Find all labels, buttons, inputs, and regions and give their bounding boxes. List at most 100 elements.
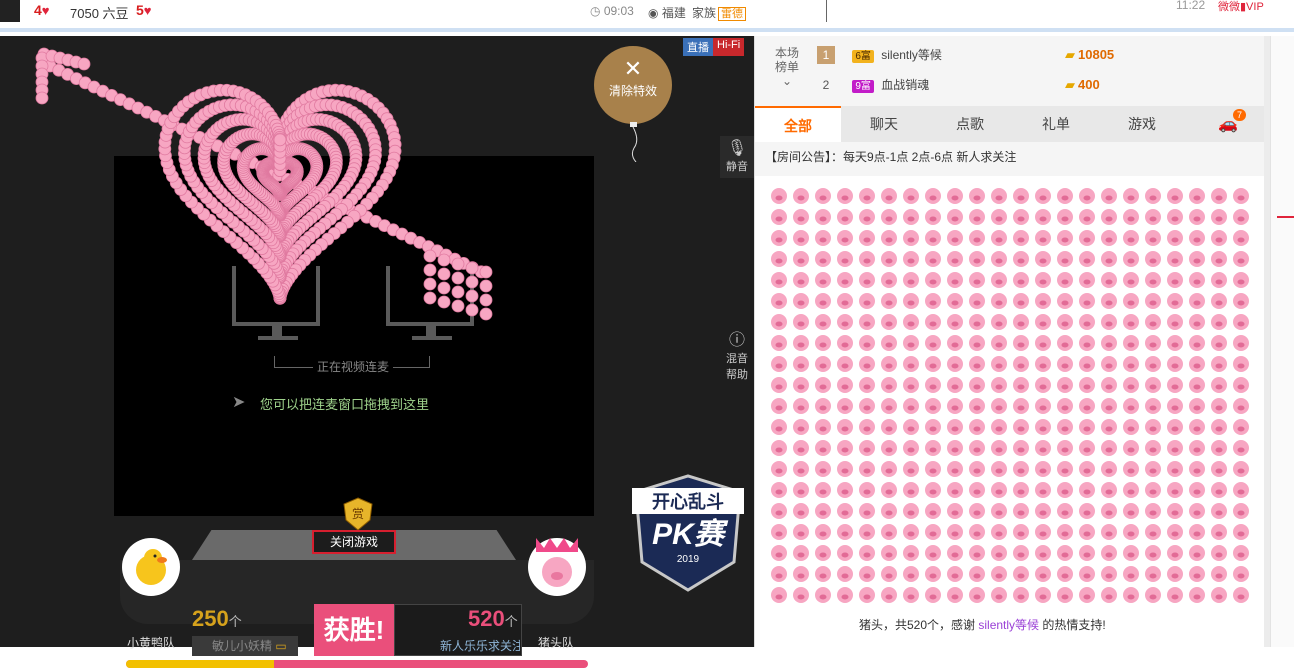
pig-gift-icon xyxy=(1035,188,1051,204)
team-pig-avatar[interactable] xyxy=(528,538,586,596)
pig-gift-icon xyxy=(1167,251,1183,267)
pig-gift-icon xyxy=(837,377,853,393)
pig-gift-icon xyxy=(1013,440,1029,456)
pig-gift-icon xyxy=(1123,461,1139,477)
pig-gift-icon xyxy=(969,314,985,330)
pig-gift-icon xyxy=(837,251,853,267)
pig-gift-icon xyxy=(1233,440,1249,456)
pig-gift-icon xyxy=(925,524,941,540)
pig-gift-icon xyxy=(947,377,963,393)
pig-gift-icon xyxy=(859,461,875,477)
pig-gift-icon xyxy=(859,419,875,435)
pig-icon xyxy=(451,257,465,271)
pig-gift-icon xyxy=(903,272,919,288)
ranking-row[interactable]: 1 6富 silently等候 ▰ 10805 xyxy=(817,42,1114,68)
pig-gift-icon xyxy=(903,293,919,309)
pig-gift-icon xyxy=(903,335,919,351)
pig-gift-icon xyxy=(1189,398,1205,414)
pig-gift-icon xyxy=(903,230,919,246)
pig-gift-icon xyxy=(925,377,941,393)
pig-gift-icon xyxy=(969,461,985,477)
reward-shield-icon: 赏 xyxy=(343,497,373,531)
pig-gift-icon xyxy=(1013,377,1029,393)
pig-gift-icon xyxy=(771,251,787,267)
pig-icon xyxy=(479,279,493,293)
pig-gift-icon xyxy=(947,209,963,225)
mix-help-button[interactable]: ⓘ 混音 帮助 xyxy=(720,328,754,386)
user-avatar[interactable] xyxy=(0,0,20,22)
pig-gift-icon xyxy=(1057,188,1073,204)
current-time: 11:22 xyxy=(1176,0,1206,12)
pig-gift-icon xyxy=(947,482,963,498)
pig-gift-icon xyxy=(1233,314,1249,330)
pig-gift-icon xyxy=(903,587,919,603)
ranking-toggle[interactable]: 本场 榜单 ⌄ xyxy=(767,46,807,88)
pig-gift-icon xyxy=(1211,230,1227,246)
pig-icon xyxy=(451,271,465,285)
pig-gift-icon xyxy=(1101,335,1117,351)
pig-gift-icon xyxy=(815,398,831,414)
side-panel-edge xyxy=(1270,36,1294,647)
pig-gift-icon xyxy=(991,272,1007,288)
pig-gift-icon xyxy=(881,587,897,603)
pig-gift-icon xyxy=(1013,524,1029,540)
pig-gift-icon xyxy=(815,209,831,225)
pig-gift-icon xyxy=(1013,503,1029,519)
wealth-badge: 6富 xyxy=(852,50,874,63)
pig-gift-icon xyxy=(1101,209,1117,225)
pig-gift-icon xyxy=(771,587,787,603)
tab-car[interactable]: 🚗 7 xyxy=(1185,106,1271,142)
pig-gift-icon xyxy=(1233,230,1249,246)
family-link[interactable]: 家族 雷德 xyxy=(692,4,747,21)
pig-gift-icon xyxy=(1101,356,1117,372)
pig-gift-icon xyxy=(1189,293,1205,309)
clear-effects-button[interactable]: ✕ 清除特效 xyxy=(594,46,672,124)
pig-gift-icon xyxy=(969,272,985,288)
pig-gift-icon xyxy=(837,356,853,372)
vip-link[interactable]: 微微▮VIP xyxy=(1218,0,1264,14)
pig-gift-icon xyxy=(1167,545,1183,561)
gift-message: 猪头，共520个，感谢 silently等候 的热情支持! xyxy=(859,618,1106,632)
pig-gift-icon xyxy=(1079,209,1095,225)
team-a-top-user[interactable]: 敏儿小妖精 ▭ xyxy=(192,636,298,656)
mute-button[interactable]: 🎙 静音 xyxy=(720,136,754,178)
pig-gift-icon xyxy=(859,398,875,414)
pig-gift-icon xyxy=(1013,188,1029,204)
pig-gift-icon xyxy=(1035,398,1051,414)
pig-gift-icon xyxy=(1167,209,1183,225)
pig-gift-icon xyxy=(771,188,787,204)
pig-gift-icon xyxy=(1123,188,1139,204)
pig-gift-icon xyxy=(1211,314,1227,330)
tab-games[interactable]: 游戏 xyxy=(1099,106,1185,142)
pig-gift-grid xyxy=(771,188,1249,603)
pk-event-logo[interactable]: 开心乱斗 PK赛 2019 xyxy=(626,472,750,592)
pig-gift-icon xyxy=(881,524,897,540)
pig-gift-icon xyxy=(859,314,875,330)
pig-gift-icon xyxy=(991,482,1007,498)
gift-sender-link[interactable]: silently等候 xyxy=(978,618,1039,632)
pig-gift-icon xyxy=(991,251,1007,267)
pig-gift-icon xyxy=(1123,545,1139,561)
close-game-button[interactable]: 关闭游戏 xyxy=(312,530,396,554)
pig-gift-icon xyxy=(881,566,897,582)
pig-gift-icon xyxy=(837,293,853,309)
pig-gift-icon xyxy=(1189,251,1205,267)
team-duck-avatar[interactable] xyxy=(122,538,180,596)
tab-gifts[interactable]: 礼单 xyxy=(1013,106,1099,142)
tab-songs[interactable]: 点歌 xyxy=(927,106,1013,142)
pig-gift-icon xyxy=(859,587,875,603)
ranking-row[interactable]: 2 9富 血战销魂 ▰ 400 xyxy=(817,72,1100,98)
pig-icon xyxy=(465,275,479,289)
pig-gift-icon xyxy=(837,566,853,582)
tab-chat[interactable]: 聊天 xyxy=(841,106,927,142)
tab-all[interactable]: 全部 xyxy=(755,106,841,142)
team-b-top-user[interactable]: 新人乐乐求关注 xyxy=(420,636,520,656)
help-icon: ⓘ xyxy=(728,332,745,349)
pig-gift-icon xyxy=(881,272,897,288)
pig-gift-icon xyxy=(1123,335,1139,351)
family-tag[interactable]: 雷德 xyxy=(718,7,747,21)
pig-gift-icon xyxy=(837,209,853,225)
pig-icon xyxy=(437,253,451,267)
pig-gift-icon xyxy=(1211,293,1227,309)
pig-gift-icon xyxy=(793,272,809,288)
